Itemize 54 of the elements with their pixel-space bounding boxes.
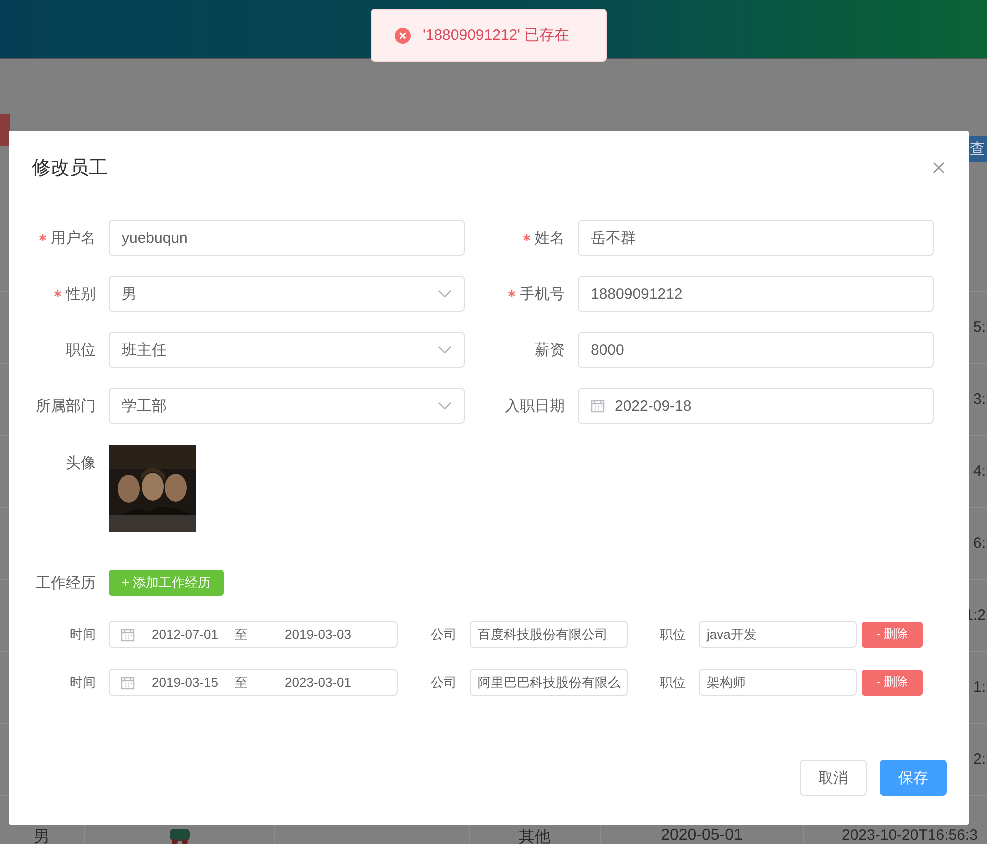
text-field[interactable]: yuebuqun bbox=[109, 220, 465, 256]
text-field[interactable]: 8000 bbox=[578, 332, 934, 368]
error-icon bbox=[395, 28, 411, 44]
chevron-down-icon bbox=[438, 290, 452, 298]
table-cell-text: 男 bbox=[34, 828, 50, 844]
field-label: 公司 bbox=[430, 626, 458, 644]
table-cell: 4: bbox=[973, 463, 987, 480]
field-label: 手机号 bbox=[520, 284, 565, 304]
position-field[interactable]: java开发 bbox=[699, 621, 857, 648]
table-cell: 6: bbox=[973, 535, 987, 552]
field-label: 入职日期 bbox=[505, 396, 565, 416]
search-button[interactable]: 查 bbox=[968, 136, 987, 162]
calendar-icon bbox=[591, 399, 605, 413]
company-field[interactable]: 阿里巴巴科技股份有限么 bbox=[470, 669, 628, 696]
text-field[interactable]: 18809091212 bbox=[578, 276, 934, 312]
position-field[interactable]: 架构师 bbox=[699, 669, 857, 696]
chevron-down-icon bbox=[438, 402, 452, 410]
field-label: 时间 bbox=[69, 674, 97, 692]
field-label: 公司 bbox=[430, 674, 458, 692]
field-label: 性别 bbox=[66, 284, 96, 304]
select-field[interactable]: 班主任 bbox=[109, 332, 465, 368]
date-field[interactable]: 2022-09-18 bbox=[578, 388, 934, 424]
field-label: 头像 bbox=[66, 454, 96, 473]
chevron-down-icon bbox=[438, 346, 452, 354]
error-message: '18809091212' 已存在 bbox=[423, 26, 570, 45]
company-field[interactable]: 百度科技股份有限公司 bbox=[470, 621, 628, 648]
select-field[interactable]: 学工部 bbox=[109, 388, 465, 424]
select-field[interactable]: 男 bbox=[109, 276, 465, 312]
field-label: 职位 bbox=[659, 674, 687, 692]
table-cell: 2020-05-01 bbox=[661, 827, 743, 844]
text-field[interactable]: 岳不群 bbox=[578, 220, 934, 256]
table-cell: 3: bbox=[973, 391, 987, 408]
field-label: 职位 bbox=[659, 626, 687, 644]
avatar-thumbnail-icon bbox=[168, 827, 192, 844]
field-label: 薪资 bbox=[535, 340, 565, 360]
close-icon bbox=[931, 160, 947, 176]
calendar-icon bbox=[121, 628, 135, 642]
field-label: 所属部门 bbox=[36, 396, 96, 416]
table-cell: 5: bbox=[973, 319, 987, 336]
table-cell: 2: bbox=[973, 751, 987, 768]
date-range-field[interactable]: 2012-07-01 至 2019-03-03 bbox=[109, 621, 398, 648]
field-label: 职位 bbox=[66, 340, 96, 360]
cancel-button[interactable]: 取消 bbox=[800, 760, 867, 796]
field-label: 用户名 bbox=[51, 228, 96, 248]
date-range-field[interactable]: 2019-03-15 至 2023-03-01 bbox=[109, 669, 398, 696]
field-label: 姓名 bbox=[535, 228, 565, 248]
dialog-title: 修改员工 bbox=[32, 157, 108, 181]
field-label: 工作经历 bbox=[36, 574, 96, 592]
close-button[interactable] bbox=[931, 160, 947, 176]
table-cell: 1: bbox=[973, 679, 987, 696]
delete-button[interactable] bbox=[0, 114, 10, 146]
field-label: 时间 bbox=[69, 626, 97, 644]
calendar-icon bbox=[121, 676, 135, 690]
table-cell: 2023-10-20T16:56:3 bbox=[842, 827, 979, 844]
